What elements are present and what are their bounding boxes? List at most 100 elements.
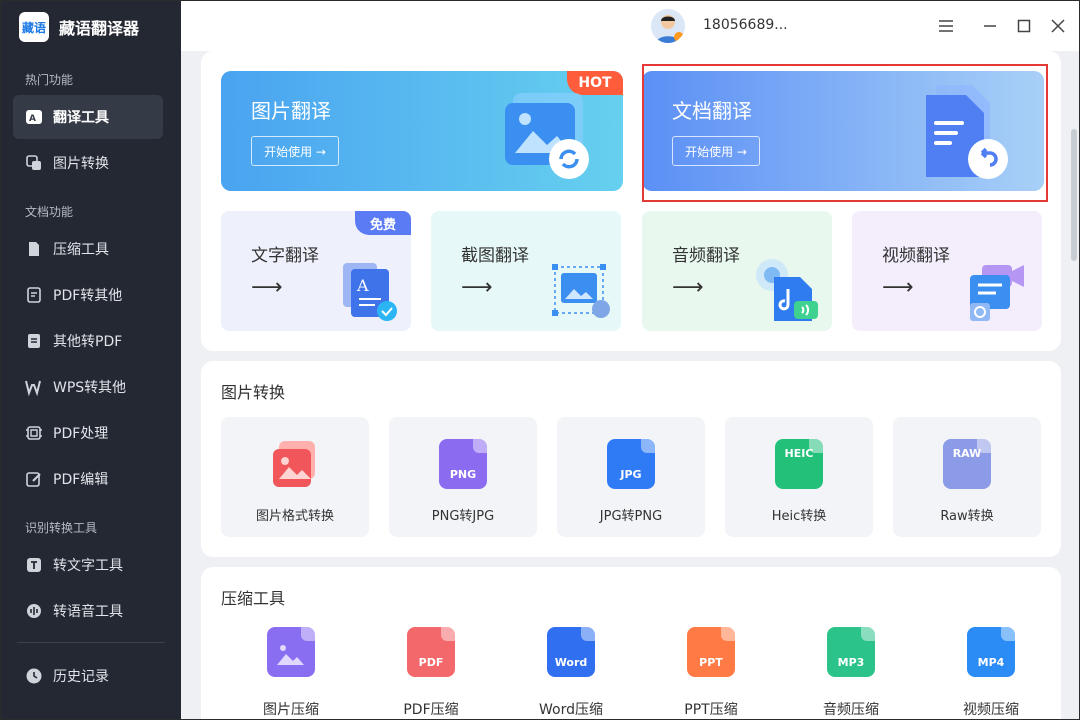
- item-label: 视频压缩: [963, 702, 1019, 718]
- video-translate-card[interactable]: 视频翻译 ⟶: [852, 211, 1042, 331]
- svg-text:A: A: [356, 276, 369, 295]
- start-button[interactable]: 开始使用 →: [251, 136, 339, 166]
- image-translate-icon: [505, 93, 589, 179]
- card-title: 截图翻译: [461, 246, 529, 266]
- sidebar-item-pdf-edit[interactable]: PDF编辑: [13, 457, 163, 501]
- sidebar-divider: [17, 642, 165, 643]
- card-label: Heic转换: [771, 509, 827, 524]
- app-name: 藏语翻译器: [59, 19, 140, 38]
- text-translate-card[interactable]: 文字翻译 ⟶ 免费 A: [221, 211, 411, 331]
- raw-convert-card[interactable]: RAW Raw转换: [893, 417, 1041, 537]
- close-icon[interactable]: [1047, 15, 1069, 37]
- sidebar-item-other-to-pdf[interactable]: 其他转PDF: [13, 319, 163, 363]
- card-title: 文字翻译: [251, 246, 319, 266]
- video-compress-item[interactable]: MP4 视频压缩: [931, 627, 1051, 719]
- compress-icon: [25, 240, 43, 258]
- card-title: 图片翻译: [251, 99, 331, 123]
- audio-compress-item[interactable]: MP3 音频压缩: [791, 627, 911, 719]
- screenshot-translate-card[interactable]: 截图翻译 ⟶: [431, 211, 621, 331]
- pdf-convert-icon: [25, 286, 43, 304]
- section-title-doc: 文档功能: [25, 205, 74, 219]
- sidebar-item-label: PDF编辑: [53, 472, 109, 488]
- screenshot-translate-icon: [552, 264, 610, 318]
- free-badge: 免费: [355, 211, 411, 235]
- user-phone[interactable]: 18056689...: [703, 17, 788, 33]
- selection-highlight: [642, 64, 1048, 202]
- image-translate-card[interactable]: 图片翻译 开始使用 → HOT: [221, 71, 623, 191]
- heic-file-icon: HEIC: [775, 439, 823, 491]
- sidebar-item-history[interactable]: 历史记录: [13, 654, 163, 698]
- menu-icon[interactable]: [935, 15, 957, 37]
- arrow-icon: ⟶: [672, 275, 704, 300]
- sidebar-item-label: PDF处理: [53, 426, 109, 442]
- avatar[interactable]: [651, 9, 685, 43]
- image-compress-item[interactable]: 图片压缩: [231, 627, 351, 719]
- sidebar-item-label: 转语音工具: [53, 604, 123, 620]
- voice-tool-icon: [25, 602, 43, 620]
- audio-translate-icon: [756, 259, 818, 321]
- section-title-recognition: 识别转换工具: [25, 521, 98, 535]
- card-label: Raw转换: [940, 509, 994, 524]
- panel-title: 压缩工具: [221, 589, 286, 608]
- item-label: PPT压缩: [684, 702, 738, 718]
- jpg-to-png-card[interactable]: JPG JPG转PNG: [557, 417, 705, 537]
- sidebar-item-image-convert[interactable]: 图片转换: [13, 141, 163, 185]
- sidebar-item-text-tool[interactable]: 转文字工具: [13, 543, 163, 587]
- ppt-compress-item[interactable]: PPT PPT压缩: [651, 627, 771, 719]
- jpg-file-icon: JPG: [607, 439, 655, 491]
- panel-title: 图片转换: [221, 383, 286, 402]
- app-brand: 藏语 藏语翻译器: [19, 11, 139, 43]
- sidebar-item-pdf-process[interactable]: PDF处理: [13, 411, 163, 455]
- video-translate-icon: [970, 265, 1024, 321]
- sidebar-item-voice-tool[interactable]: 转语音工具: [13, 589, 163, 633]
- app-window: 藏语 藏语翻译器 热门功能 A 翻译工具 图片转换 文档功能 压缩工具 PDF转…: [0, 0, 1080, 720]
- sidebar-item-compress[interactable]: 压缩工具: [13, 227, 163, 271]
- card-label: 图片格式转换: [255, 509, 334, 524]
- sidebar-item-translate-tools[interactable]: A 翻译工具: [13, 95, 163, 139]
- word-file-icon: Word: [547, 627, 595, 677]
- card-label: PNG转JPG: [431, 509, 495, 524]
- arrow-icon: ⟶: [882, 275, 914, 300]
- audio-translate-card[interactable]: 音频翻译 ⟶: [642, 211, 832, 331]
- pdf-compress-item[interactable]: PDF PDF压缩: [371, 627, 491, 719]
- image-format-convert-card[interactable]: 图片格式转换: [221, 417, 369, 537]
- item-label: 图片压缩: [263, 702, 319, 718]
- title-bar: 18056689...: [181, 1, 1079, 51]
- item-label: 音频压缩: [823, 702, 879, 718]
- main-content: 图片翻译 开始使用 → HOT 文档翻译 开始使用 → 文字翻译 ⟶ 免费 A …: [181, 51, 1079, 719]
- section-title-hot: 热门功能: [25, 73, 74, 87]
- image-convert-panel: 图片转换 图片格式转换 PNG PNG转JPG JPG JPG转PNG HEIC…: [201, 361, 1061, 557]
- sidebar-item-pdf-to-other[interactable]: PDF转其他: [13, 273, 163, 317]
- sidebar-item-label: 其他转PDF: [53, 334, 123, 350]
- card-label: JPG转PNG: [599, 509, 663, 524]
- word-compress-item[interactable]: Word Word压缩: [511, 627, 631, 719]
- text-tool-icon: [25, 556, 43, 574]
- card-title: 音频翻译: [672, 246, 740, 266]
- pdf-process-icon: [25, 424, 43, 442]
- clock-icon: [25, 667, 43, 685]
- pdf-edit-icon: [25, 470, 43, 488]
- scrollbar[interactable]: [1071, 129, 1077, 261]
- sidebar-item-label: WPS转其他: [53, 380, 127, 396]
- heic-convert-card[interactable]: HEIC Heic转换: [725, 417, 873, 537]
- sidebar-item-label: PDF转其他: [53, 288, 123, 304]
- maximize-icon[interactable]: [1013, 15, 1035, 37]
- sidebar-item-label: 图片转换: [53, 156, 109, 172]
- minimize-icon[interactable]: [979, 15, 1001, 37]
- image-convert-icon: [25, 154, 43, 172]
- sidebar-item-wps-to-other[interactable]: WPS转其他: [13, 365, 163, 409]
- arrow-icon: ⟶: [251, 275, 283, 300]
- svg-text:A: A: [29, 114, 36, 124]
- item-label: PDF压缩: [403, 702, 459, 718]
- mp4-file-icon: MP4: [967, 627, 1015, 677]
- image-format-icon: [273, 441, 315, 487]
- to-pdf-icon: [25, 332, 43, 350]
- text-translate-icon: A: [343, 263, 397, 321]
- mp3-file-icon: MP3: [827, 627, 875, 677]
- png-file-icon: PNG: [439, 439, 487, 491]
- item-label: Word压缩: [539, 702, 603, 718]
- image-compress-icon: [267, 627, 315, 677]
- compress-panel: 压缩工具 图片压缩 PDF PDF压缩 Word Word压缩 PPT PPT压…: [201, 567, 1061, 719]
- sidebar: 藏语 藏语翻译器 热门功能 A 翻译工具 图片转换 文档功能 压缩工具 PDF转…: [1, 1, 181, 719]
- png-to-jpg-card[interactable]: PNG PNG转JPG: [389, 417, 537, 537]
